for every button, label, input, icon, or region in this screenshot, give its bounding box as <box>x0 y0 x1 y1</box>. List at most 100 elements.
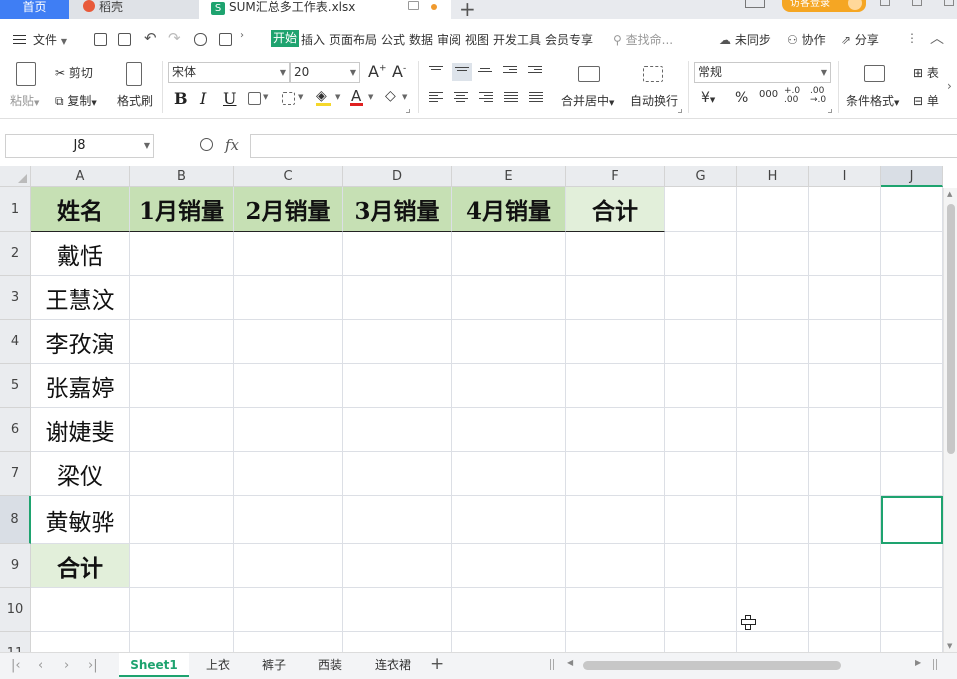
paste-icon[interactable] <box>16 62 36 86</box>
sheet-tab-sheet1[interactable]: Sheet1 <box>119 653 189 677</box>
cell-e7[interactable] <box>452 452 566 496</box>
sheet-tab-dresses[interactable]: 连衣裙 <box>365 653 421 677</box>
first-sheet-icon[interactable]: |‹ <box>11 658 21 673</box>
next-sheet-icon[interactable]: › <box>64 658 69 673</box>
cell-a1[interactable]: 姓名 <box>31 187 130 232</box>
row-header-5[interactable]: 5 <box>0 364 31 408</box>
cell-c3[interactable] <box>234 276 343 320</box>
cell-j11[interactable] <box>881 632 943 652</box>
align-center-icon[interactable] <box>454 92 468 103</box>
fill-color-icon[interactable]: ◈ <box>316 88 327 104</box>
cell-g7[interactable] <box>665 452 737 496</box>
sheet-tab-pants[interactable]: 裤子 <box>249 653 299 677</box>
cell-g4[interactable] <box>665 320 737 364</box>
ribbon-scroll-right-icon[interactable]: › <box>947 79 952 93</box>
collaborate-button[interactable]: ⚇ 协作 <box>787 31 826 48</box>
row-header-3[interactable]: 3 <box>0 276 31 320</box>
format-painter-button[interactable]: 格式刷 <box>117 92 153 109</box>
fx-icon[interactable]: fx <box>225 136 239 154</box>
cell-e2[interactable] <box>452 232 566 276</box>
column-header-d[interactable]: D <box>343 166 452 187</box>
chevron-down-icon[interactable]: ▼ <box>335 93 340 101</box>
cell-g5[interactable] <box>665 364 737 408</box>
scroll-left-icon[interactable]: ◀ <box>567 658 573 667</box>
wrap-text-button[interactable]: 自动换行 <box>630 92 678 109</box>
guest-login-button[interactable]: 访客登录 <box>782 0 866 12</box>
cell-a6[interactable]: 谢婕斐 <box>31 408 130 452</box>
share-button[interactable]: ⇗ 分享 <box>841 31 879 48</box>
command-search[interactable]: ⚲ 查找命... <box>613 31 673 48</box>
increase-decimal-button[interactable]: +.0 .00 <box>784 87 800 105</box>
cell-e6[interactable] <box>452 408 566 452</box>
cell-g2[interactable] <box>665 232 737 276</box>
cell-b8[interactable] <box>130 496 234 544</box>
cell-style-button[interactable]: ⊟ 单 <box>913 92 939 109</box>
bold-button[interactable]: B <box>174 89 188 108</box>
cell-f3[interactable] <box>566 276 665 320</box>
chevron-down-icon[interactable]: ▼ <box>402 93 407 101</box>
cell-d11[interactable] <box>343 632 452 652</box>
menu-tab-home[interactable]: 开始 <box>271 30 300 47</box>
cell-e11[interactable] <box>452 632 566 652</box>
cell-b3[interactable] <box>130 276 234 320</box>
cell-h11[interactable] <box>737 632 809 652</box>
cell-d2[interactable] <box>343 232 452 276</box>
justify-icon[interactable] <box>504 92 518 103</box>
wrap-text-icon[interactable] <box>643 66 663 82</box>
cell-d5[interactable] <box>343 364 452 408</box>
cell-e9[interactable] <box>452 544 566 588</box>
cell-f10[interactable] <box>566 588 665 632</box>
cell-j9[interactable] <box>881 544 943 588</box>
view-split-handle[interactable] <box>933 659 937 670</box>
cell-c11[interactable] <box>234 632 343 652</box>
cell-f9[interactable] <box>566 544 665 588</box>
tab-home[interactable]: 首页 <box>0 0 69 19</box>
menu-tab-page-layout[interactable]: 页面布局 <box>329 31 377 48</box>
merge-center-icon[interactable] <box>578 66 600 82</box>
decrease-decimal-button[interactable]: .00 →.0 <box>810 87 826 105</box>
cell-b2[interactable] <box>130 232 234 276</box>
menu-hamburger-icon[interactable] <box>13 35 26 44</box>
cell-f8[interactable] <box>566 496 665 544</box>
cell-h4[interactable] <box>737 320 809 364</box>
sync-status-button[interactable]: ☁ 未同步 <box>719 31 771 48</box>
cell-d9[interactable] <box>343 544 452 588</box>
font-name-select[interactable]: 宋体 ▼ <box>168 62 290 83</box>
cell-i10[interactable] <box>809 588 881 632</box>
cell-e3[interactable] <box>452 276 566 320</box>
row-header-10[interactable]: 10 <box>0 588 31 632</box>
print-preview-icon[interactable] <box>118 33 131 46</box>
cell-d4[interactable] <box>343 320 452 364</box>
sheet-tab-suits[interactable]: 西装 <box>305 653 355 677</box>
column-header-c[interactable]: C <box>234 166 343 187</box>
cell-i8[interactable] <box>809 496 881 544</box>
cell-h7[interactable] <box>737 452 809 496</box>
minimize-icon[interactable] <box>880 0 890 6</box>
table-style-button[interactable]: ⊞ 表 <box>913 64 939 81</box>
alignment-dialog-launcher-icon[interactable] <box>678 109 682 113</box>
cell-j4[interactable] <box>881 320 943 364</box>
cell-g6[interactable] <box>665 408 737 452</box>
sheet-tab-tops[interactable]: 上衣 <box>193 653 243 677</box>
cell-j5[interactable] <box>881 364 943 408</box>
cell-a8[interactable]: 黄敏骅 <box>31 496 130 544</box>
align-middle-icon[interactable] <box>452 63 472 81</box>
row-header-9[interactable]: 9 <box>0 544 31 588</box>
cell-i3[interactable] <box>809 276 881 320</box>
cell-j3[interactable] <box>881 276 943 320</box>
cell-b10[interactable] <box>130 588 234 632</box>
scroll-down-icon[interactable]: ▼ <box>947 642 952 650</box>
cell-a7[interactable]: 梁仪 <box>31 452 130 496</box>
cell-b1[interactable]: 1月销量 <box>130 187 234 232</box>
cell-g11[interactable] <box>665 632 737 652</box>
add-sheet-plus-icon[interactable]: + <box>430 654 444 674</box>
row-header-2[interactable]: 2 <box>0 232 31 276</box>
menu-tab-formula[interactable]: 公式 <box>381 31 405 48</box>
cell-a5[interactable]: 张嘉婷 <box>31 364 130 408</box>
cell-d3[interactable] <box>343 276 452 320</box>
cell-e4[interactable] <box>452 320 566 364</box>
menu-tab-insert[interactable]: 插入 <box>301 31 325 48</box>
distributed-icon[interactable] <box>529 92 543 103</box>
align-top-icon[interactable] <box>429 66 443 77</box>
cell-j8[interactable] <box>881 496 943 544</box>
